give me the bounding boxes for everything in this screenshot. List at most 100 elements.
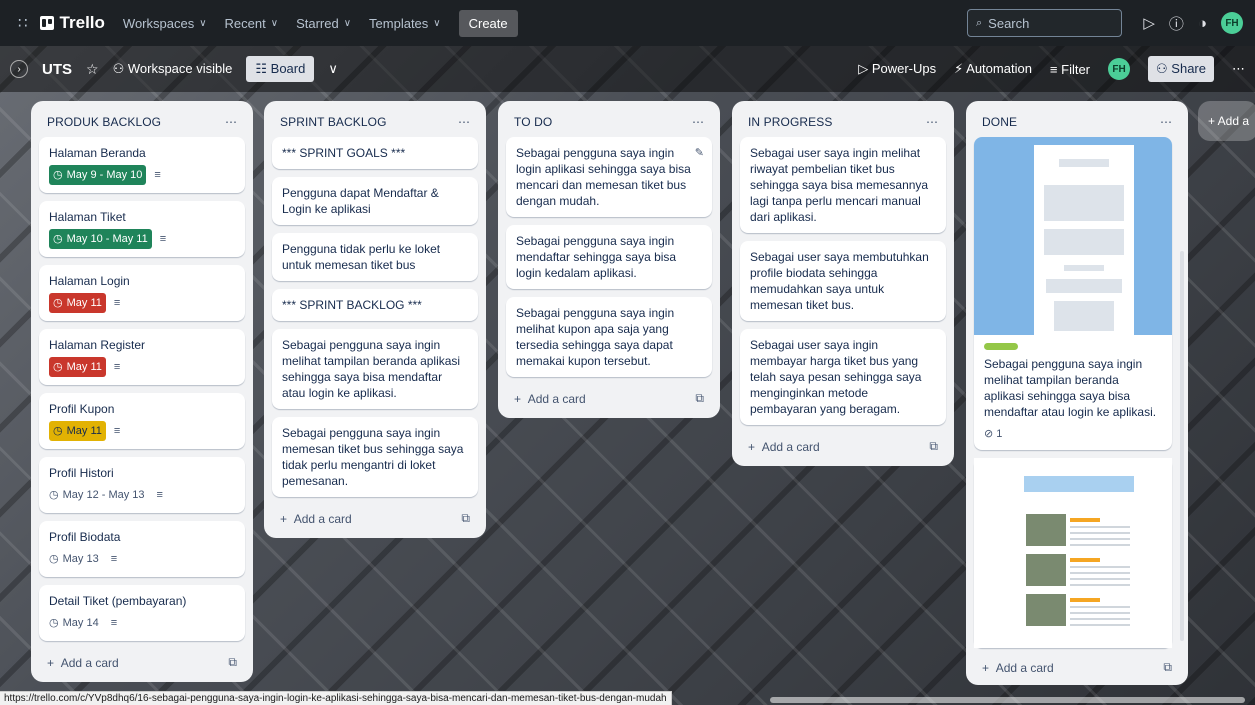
search-input[interactable]: ⌕ Search — [967, 9, 1122, 37]
board-horizontal-scrollbar[interactable] — [770, 697, 1245, 703]
card[interactable]: Sebagai pengguna saya ingin melihat kupo… — [506, 297, 712, 377]
create-from-template-icon[interactable]: ⧉ — [1163, 660, 1172, 675]
card[interactable]: Halaman Tiket ◷ May 10 - May 11 ≡ — [39, 201, 245, 257]
card-title: Profil Histori — [49, 466, 114, 480]
add-card-button[interactable]: + Add a card — [280, 512, 352, 526]
notifications-icon[interactable]: ▷ — [1143, 14, 1155, 32]
create-from-template-icon[interactable]: ⧉ — [695, 391, 704, 406]
due-date-badge[interactable]: ◷ May 14 — [49, 613, 103, 633]
due-date-text: May 12 - May 13 — [62, 489, 145, 501]
board-menu-icon[interactable]: ⋯ — [1232, 61, 1245, 77]
due-date-badge[interactable]: ◷ May 10 - May 11 — [49, 229, 152, 249]
card[interactable]: Profil Kupon ◷ May 11 ≡ — [39, 393, 245, 449]
add-card-button[interactable]: + Add a card — [982, 661, 1054, 675]
card-title: Sebagai pengguna saya ingin mendaftar se… — [516, 234, 677, 280]
mockup-page — [1034, 145, 1134, 335]
create-from-template-icon[interactable]: ⧉ — [461, 511, 470, 526]
card[interactable]: Detail Tiket (pembayaran) ◷ May 14 ≡ — [39, 585, 245, 641]
create-from-template-icon[interactable]: ⧉ — [929, 439, 938, 454]
list-scrollbar[interactable] — [1180, 251, 1184, 641]
list-title[interactable]: PRODUK BACKLOG — [47, 115, 161, 129]
templates-label: Templates — [369, 15, 429, 31]
card[interactable]: Sebagai pengguna saya ingin melihat tamp… — [974, 137, 1172, 450]
chevron-down-icon: ∨ — [433, 17, 441, 29]
list-menu-icon[interactable]: ⋯ — [458, 115, 470, 129]
card[interactable]: Halaman Beranda ◷ May 9 - May 10 ≡ — [39, 137, 245, 193]
card-title: Sebagai user saya membutuhkan profile bi… — [750, 250, 929, 312]
card-cover-image — [974, 458, 1172, 648]
card[interactable]: Sebagai pengguna saya ingin memesan tike… — [272, 417, 478, 497]
due-date-badge[interactable]: ◷ May 11 — [49, 293, 106, 313]
list-in-progress: IN PROGRESS ⋯ Sebagai user saya ingin me… — [732, 101, 954, 466]
clock-icon: ◷ — [53, 361, 63, 373]
list-title[interactable]: SPRINT BACKLOG — [280, 115, 387, 129]
board-member-avatar[interactable]: FH — [1108, 58, 1131, 80]
card[interactable]: Halaman Login ◷ May 11 ≡ — [39, 265, 245, 321]
card-title: Sebagai pengguna saya ingin melihat kupo… — [516, 306, 675, 368]
card[interactable]: Sebagai user saya ingin membayar harga t… — [740, 329, 946, 425]
card[interactable]: Sebagai pengguna saya ingin mendaftar se… — [506, 225, 712, 289]
clock-icon: ◷ — [49, 489, 59, 501]
card[interactable]: *** SPRINT BACKLOG *** — [272, 289, 478, 321]
create-from-template-icon[interactable]: ⧉ — [228, 655, 237, 670]
filter-button[interactable]: ≡ Filter — [1050, 62, 1090, 77]
list-title[interactable]: IN PROGRESS — [748, 115, 832, 129]
create-button[interactable]: Create — [458, 9, 518, 37]
card-title: Pengguna dapat Mendaftar & Login ke apli… — [282, 186, 439, 216]
due-date-badge[interactable]: ◷ May 9 - May 10 — [49, 165, 147, 185]
recent-menu[interactable]: Recent ∨ — [225, 16, 279, 31]
card-label-green[interactable] — [984, 343, 1018, 350]
automation-button[interactable]: ⚡ Automation — [954, 61, 1032, 77]
help-icon[interactable]: ⓘ — [1169, 13, 1184, 34]
due-date-badge[interactable]: ◷ May 11 — [49, 357, 106, 377]
views-chevron-icon[interactable]: ∨ — [328, 61, 338, 77]
app-switcher-icon[interactable]: ∷ — [18, 14, 28, 32]
workspaces-menu[interactable]: Workspaces ∨ — [123, 16, 207, 31]
clock-icon: ◷ — [53, 233, 63, 245]
list-menu-icon[interactable]: ⋯ — [1160, 115, 1172, 129]
list-menu-icon[interactable]: ⋯ — [225, 115, 237, 129]
board-title[interactable]: UTS — [42, 61, 72, 78]
card[interactable]: Pengguna dapat Mendaftar & Login ke apli… — [272, 177, 478, 225]
card[interactable]: Sebagai pengguna saya ingin login aplika… — [506, 137, 712, 217]
add-card-button[interactable]: + Add a card — [514, 392, 586, 406]
expand-sidebar-icon[interactable]: › — [10, 60, 28, 78]
list-menu-icon[interactable]: ⋯ — [926, 115, 938, 129]
star-icon[interactable]: ☆ — [86, 61, 99, 78]
board-view-button[interactable]: ☷ Board — [246, 56, 315, 82]
trello-logo[interactable]: Trello — [39, 13, 105, 33]
card-image-only[interactable] — [974, 458, 1172, 648]
description-icon: ≡ — [113, 297, 121, 309]
card[interactable]: Profil Biodata ◷ May 13 ≡ — [39, 521, 245, 577]
card[interactable]: Pengguna tidak perlu ke loket untuk meme… — [272, 233, 478, 281]
due-date-badge[interactable]: ◷ May 12 - May 13 — [49, 485, 149, 505]
theme-toggle-icon[interactable]: ◑ — [1198, 15, 1207, 32]
description-icon: ≡ — [110, 553, 118, 565]
due-date-badge[interactable]: ◷ May 11 — [49, 421, 106, 441]
edit-pencil-icon[interactable]: ✎ — [695, 145, 704, 161]
add-list-button[interactable]: + Add a — [1198, 101, 1255, 141]
card[interactable]: Sebagai pengguna saya ingin melihat tamp… — [272, 329, 478, 409]
list-title[interactable]: DONE — [982, 115, 1017, 129]
card[interactable]: Sebagai user saya membutuhkan profile bi… — [740, 241, 946, 321]
share-button[interactable]: ⚇ Share — [1148, 56, 1214, 82]
templates-menu[interactable]: Templates ∨ — [369, 16, 441, 31]
due-date-text: May 11 — [66, 297, 102, 309]
card-title: Halaman Beranda — [49, 146, 146, 160]
card[interactable]: Profil Histori ◷ May 12 - May 13 ≡ — [39, 457, 245, 513]
workspace-visibility-button[interactable]: ⚇ Workspace visible — [113, 61, 233, 77]
list-title[interactable]: TO DO — [514, 115, 552, 129]
list-menu-icon[interactable]: ⋯ — [692, 115, 704, 129]
card[interactable]: Sebagai user saya ingin melihat riwayat … — [740, 137, 946, 233]
due-date-badge[interactable]: ◷ May 13 — [49, 549, 103, 569]
description-icon: ≡ — [113, 425, 121, 437]
starred-menu[interactable]: Starred ∨ — [296, 16, 351, 31]
card[interactable]: Halaman Register ◷ May 11 ≡ — [39, 329, 245, 385]
add-card-button[interactable]: + Add a card — [748, 440, 820, 454]
power-ups-button[interactable]: ▷ Power-Ups — [858, 61, 936, 77]
list-header: DONE ⋯ — [974, 109, 1180, 137]
add-card-button[interactable]: + Add a card — [47, 656, 119, 670]
user-avatar[interactable]: FH — [1221, 12, 1243, 34]
card[interactable]: *** SPRINT GOALS *** — [272, 137, 478, 169]
card-title: Profil Biodata — [49, 530, 121, 544]
